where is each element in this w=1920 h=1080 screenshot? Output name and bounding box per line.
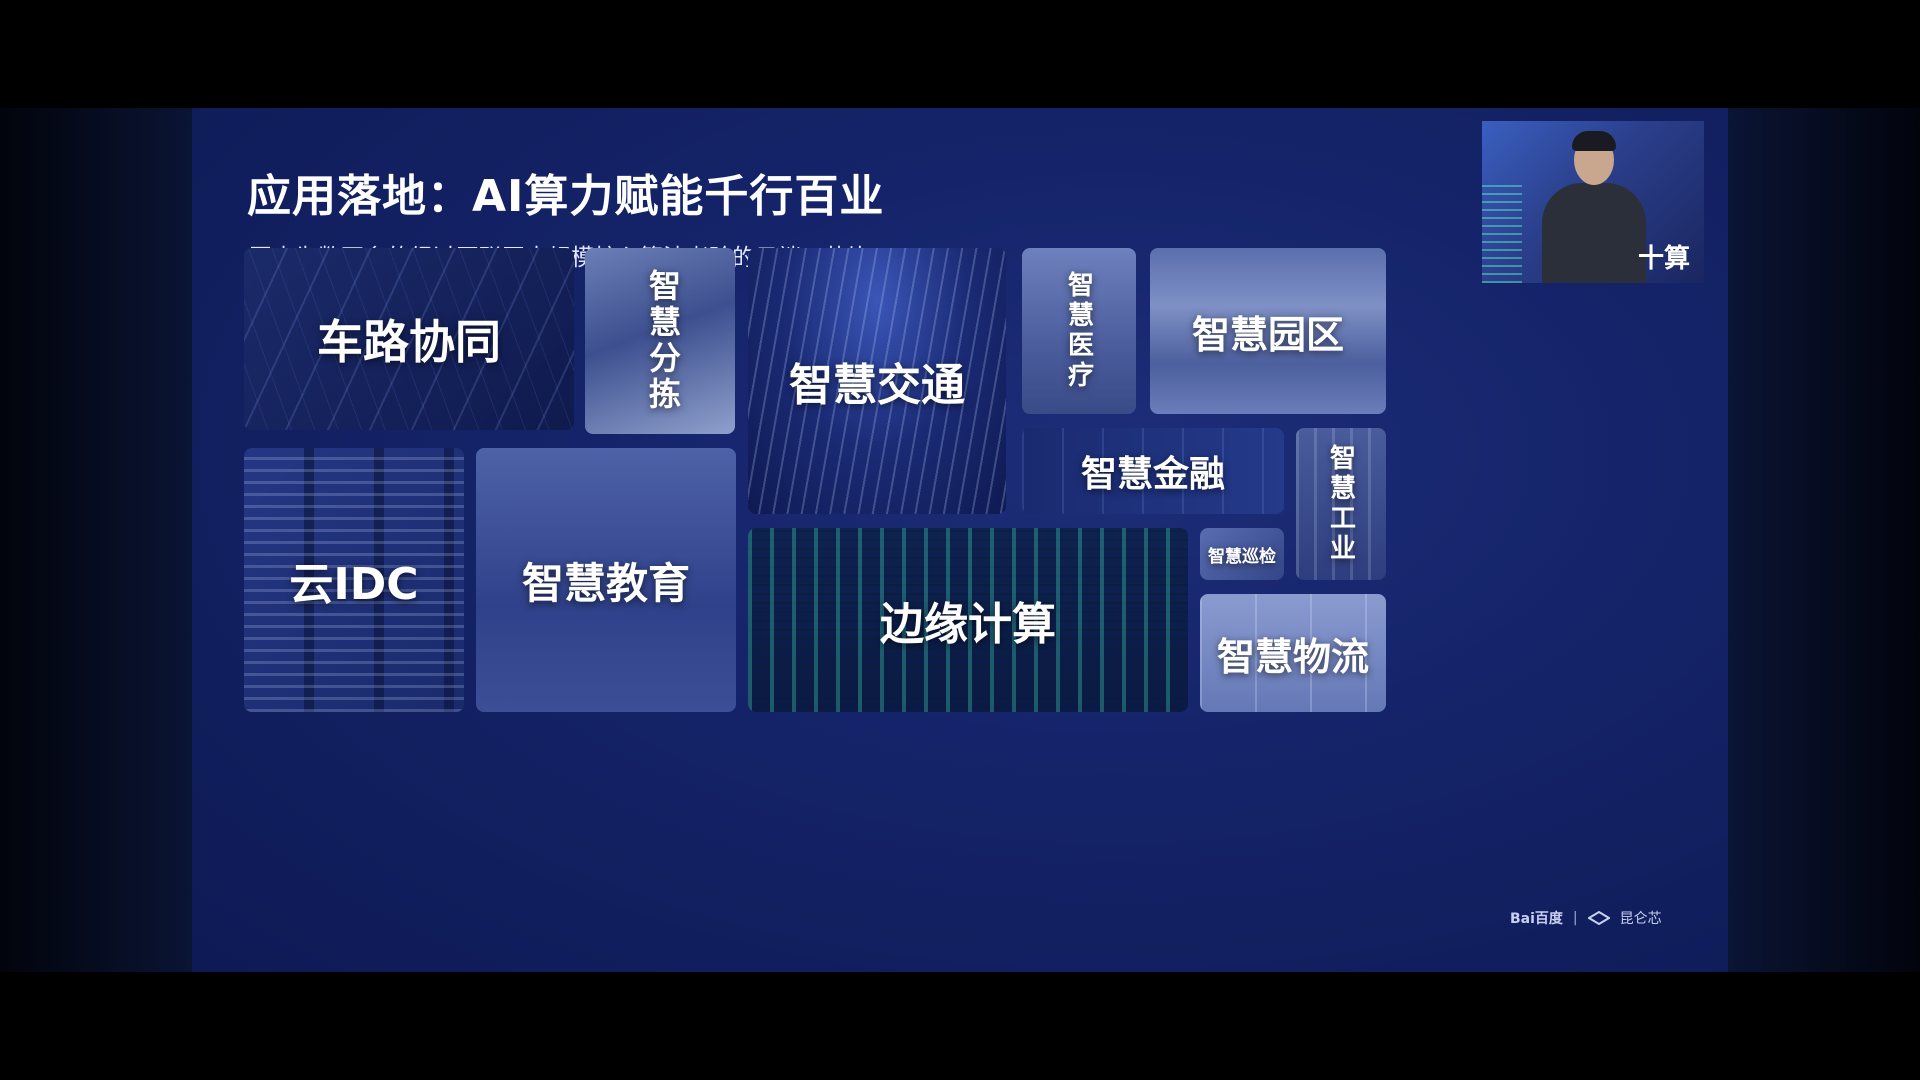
left-backdrop (0, 108, 192, 972)
kunlun-logo-icon (1586, 910, 1611, 926)
speaker-hair (1572, 131, 1616, 151)
speaker-video-caption: 十算 (1637, 244, 1690, 274)
tile-logistics: 智慧物流 (1200, 594, 1386, 712)
tile-education: 智慧教育 (476, 448, 736, 712)
slide-footer-logos: Bai百度 | 昆仑芯 (1510, 908, 1662, 928)
tile-sorting: 智慧分拣 (585, 248, 735, 434)
tile-label: 智慧工业 (1325, 444, 1356, 564)
baidu-logo: Bai百度 (1510, 911, 1563, 927)
tile-label: 智慧分拣 (644, 269, 682, 413)
tile-label: 智慧医疗 (1063, 271, 1094, 391)
logo-separator: | (1572, 910, 1578, 926)
tile-label: 智慧园区 (1191, 312, 1344, 357)
tile-label: 智慧教育 (521, 558, 690, 608)
screen-glow (1482, 181, 1522, 283)
tile-traffic: 智慧交通 (748, 248, 1006, 514)
tile-finance: 智慧金融 (1022, 428, 1284, 514)
right-backdrop (1728, 108, 1920, 972)
tile-label: 车路协同 (317, 315, 501, 369)
tile-vehicle-road: 车路协同 (244, 248, 574, 430)
tile-edge: 边缘计算 (748, 528, 1188, 712)
tile-label: 智慧物流 (1216, 634, 1369, 679)
tile-label: 智慧金融 (1080, 454, 1225, 495)
tile-industry: 智慧工业 (1296, 428, 1386, 580)
tile-label: 边缘计算 (880, 599, 1056, 650)
tile-cloud-idc: 云IDC (244, 448, 464, 712)
tile-medical: 智慧医疗 (1022, 248, 1136, 414)
tile-park: 智慧园区 (1150, 248, 1386, 414)
kunlun-logo: 昆仑芯 (1619, 911, 1662, 927)
tile-label: 智慧交通 (789, 360, 965, 411)
tile-label: 云IDC (289, 559, 419, 610)
speaker-video-overlay: 十算 (1482, 121, 1704, 283)
video-frame: 应用落地：AI算力赋能千行百业 国内为数不多的经过互联网大规模核心算法考验的云端… (0, 0, 1920, 1080)
slide-title: 应用落地：AI算力赋能千行百业 (247, 171, 885, 222)
speaker-body (1542, 183, 1646, 283)
tile-label: 智慧巡检 (1208, 546, 1276, 567)
tile-patrol: 智慧巡检 (1200, 528, 1284, 580)
